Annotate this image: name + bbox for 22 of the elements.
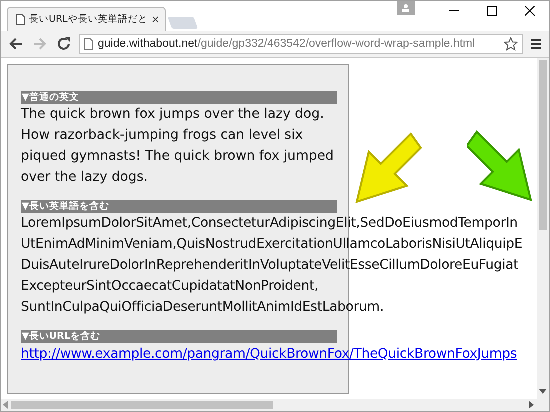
text-line: SuntInCulpaQuiOfficiaDeseruntMollitAnimIdEstLaborum.: [21, 299, 384, 317]
scroll-down-icon[interactable]: [539, 389, 547, 395]
section-heading: ▼長い英単語を含む: [21, 200, 337, 213]
section-heading: ▼普通の英文: [21, 91, 337, 104]
reload-icon[interactable]: [55, 35, 73, 53]
page-icon: [84, 38, 94, 50]
maximize-icon[interactable]: [487, 6, 497, 16]
text-line: DuisAuteIrureDolorInReprehenderitInVoluptateVelitEsseCillumDoloreEuFugiat: [21, 257, 519, 275]
browser-tab[interactable]: 長いURLや長い英単語だと ×: [7, 7, 166, 31]
text-line: LoremIpsumDolorSitAmet,ConsecteturAdipiscingElit,SedDoEiusmodTemporIn: [21, 215, 518, 233]
close-icon[interactable]: [525, 6, 535, 16]
scroll-right-icon[interactable]: [529, 401, 535, 409]
paragraph: The quick brown fox jumps over the lazy dog. How razorback-jumping frogs can level six piqued gymnasts! The quick brown fox jumped over the lazy dogs.: [21, 106, 335, 187]
star-icon[interactable]: [504, 37, 518, 51]
text-line: UtEnimAdMinimVeniam,QuisNostrudExercitationUllamcoLaborisNisiUtAliquipE: [21, 236, 523, 254]
section-heading: ▼長いURLを含む: [21, 330, 337, 343]
text-line: ExcepteurSintOccaecatCupidatatNonProident,: [21, 278, 319, 296]
link[interactable]: http://www.example.com/pangram/QuickBrownFox/TheQuickBrownFoxJumps: [21, 347, 518, 362]
menu-icon[interactable]: [529, 37, 543, 51]
close-tab-button[interactable]: ×: [152, 13, 160, 26]
page-icon: [16, 14, 25, 25]
address-bar[interactable]: guide.withabout.net/guide/gp332/463542/overflow-word-wrap-sample.html: [79, 34, 523, 54]
